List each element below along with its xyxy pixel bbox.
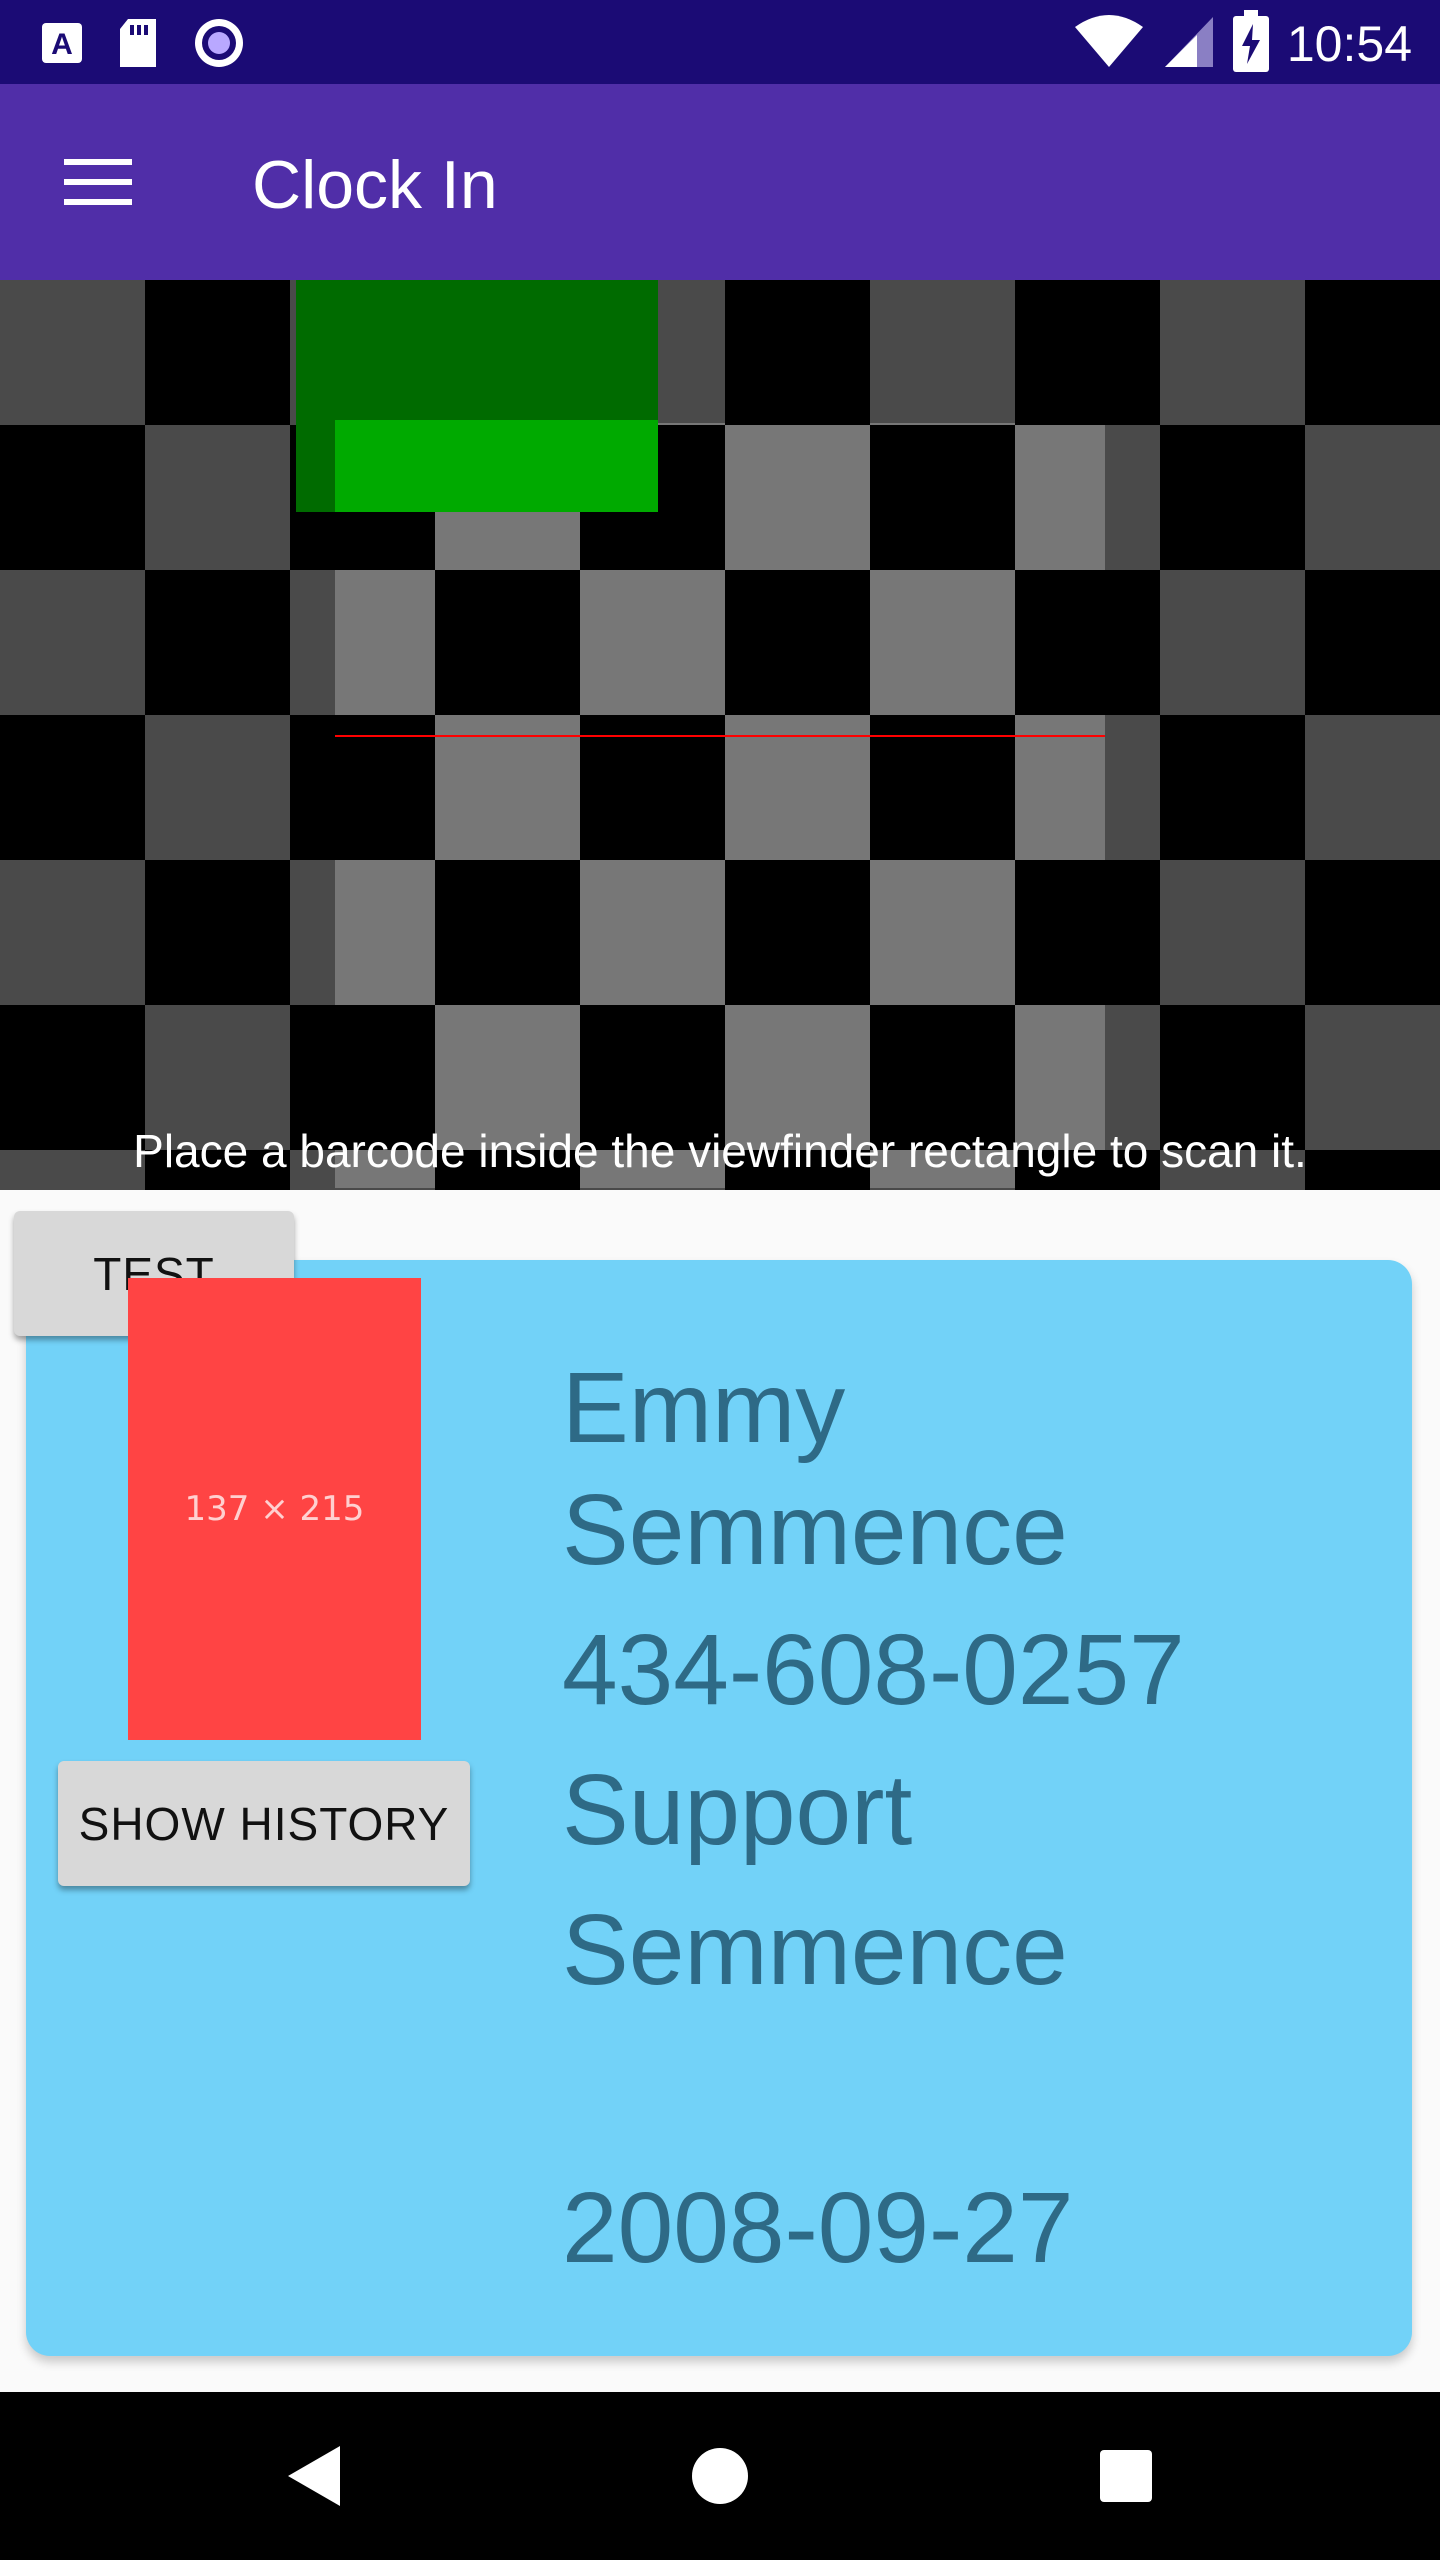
svg-text:A: A xyxy=(51,28,73,61)
preview-cell xyxy=(870,280,1015,425)
preview-cell xyxy=(1160,715,1305,860)
employee-last-name: Semmence xyxy=(562,1474,1068,1586)
status-bar: A 10:54 xyxy=(0,0,1440,84)
camera-preview xyxy=(0,280,1440,1190)
viewfinder-cell xyxy=(1015,423,1105,425)
preview-cell xyxy=(1305,570,1440,715)
preview-cell xyxy=(0,425,145,570)
preview-cell xyxy=(1015,280,1160,425)
menu-icon xyxy=(64,159,132,205)
viewfinder-cell xyxy=(725,423,870,425)
page-title: Clock In xyxy=(252,147,498,223)
a-notification-icon: A xyxy=(40,21,84,70)
show-history-button[interactable]: SHOW HISTORY xyxy=(58,1761,470,1886)
preview-cell xyxy=(1160,570,1305,715)
viewfinder-cell xyxy=(870,425,1015,570)
preview-cell xyxy=(1305,860,1440,1005)
radio-icon xyxy=(192,16,246,75)
status-time: 10:54 xyxy=(1286,15,1412,72)
photo-placeholder-label: 137 × 215 xyxy=(184,1489,365,1529)
viewfinder-cell xyxy=(1015,425,1105,570)
app-bar: Clock In xyxy=(0,84,1440,280)
viewfinder-cell xyxy=(725,570,870,715)
employee-department: Support xyxy=(562,1754,913,1866)
preview-cell xyxy=(145,860,290,1005)
viewfinder-cell xyxy=(870,423,1015,425)
viewfinder-cell xyxy=(725,425,870,570)
preview-cell xyxy=(145,425,290,570)
viewfinder-cell xyxy=(580,570,725,715)
viewfinder-cell xyxy=(435,860,580,1005)
wifi-icon xyxy=(1073,13,1145,74)
viewfinder-cell xyxy=(580,860,725,1005)
back-button[interactable] xyxy=(264,2426,364,2526)
employee-photo: 137 × 215 xyxy=(128,1278,421,1740)
preview-cell xyxy=(1160,860,1305,1005)
navigation-bar xyxy=(0,2392,1440,2560)
viewfinder-cell xyxy=(870,570,1015,715)
viewfinder-cell xyxy=(870,860,1015,1005)
preview-cell xyxy=(145,570,290,715)
viewfinder-cell xyxy=(1015,860,1105,1005)
preview-cell xyxy=(0,715,145,860)
home-icon xyxy=(692,2448,748,2504)
recents-icon xyxy=(1100,2450,1152,2502)
preview-cell xyxy=(1305,425,1440,570)
preview-cell xyxy=(1305,715,1440,860)
preview-cell xyxy=(0,570,145,715)
viewfinder-cell xyxy=(335,860,435,1005)
employee-first-name: Emmy xyxy=(562,1352,846,1464)
preview-cell xyxy=(1160,280,1305,425)
viewfinder-cell xyxy=(335,570,435,715)
scan-hint: Place a barcode inside the viewfinder re… xyxy=(133,1125,1307,1177)
viewfinder-cell xyxy=(1015,570,1105,715)
preview-cell xyxy=(1305,280,1440,425)
employee-date: 2008-09-27 xyxy=(562,2172,1074,2284)
preview-cell xyxy=(0,860,145,1005)
preview-cell xyxy=(145,715,290,860)
home-button[interactable] xyxy=(670,2426,770,2526)
menu-button[interactable] xyxy=(48,142,148,222)
employee-phone: 434-608-0257 xyxy=(562,1614,1185,1726)
preview-cell xyxy=(0,280,145,425)
preview-cell xyxy=(1160,425,1305,570)
recents-button[interactable] xyxy=(1076,2426,1176,2526)
battery-charging-icon xyxy=(1232,10,1269,77)
back-icon xyxy=(288,2446,340,2506)
signal-icon xyxy=(1163,13,1215,74)
viewfinder-cell xyxy=(725,860,870,1005)
barcode-scanner-view[interactable] xyxy=(0,280,1440,1190)
viewfinder-cell xyxy=(435,570,580,715)
employee-manager: Semmence xyxy=(562,1894,1068,2006)
preview-cell xyxy=(145,280,290,425)
preview-cell xyxy=(725,280,870,425)
sd-card-icon xyxy=(118,17,158,74)
result-point xyxy=(335,420,658,512)
